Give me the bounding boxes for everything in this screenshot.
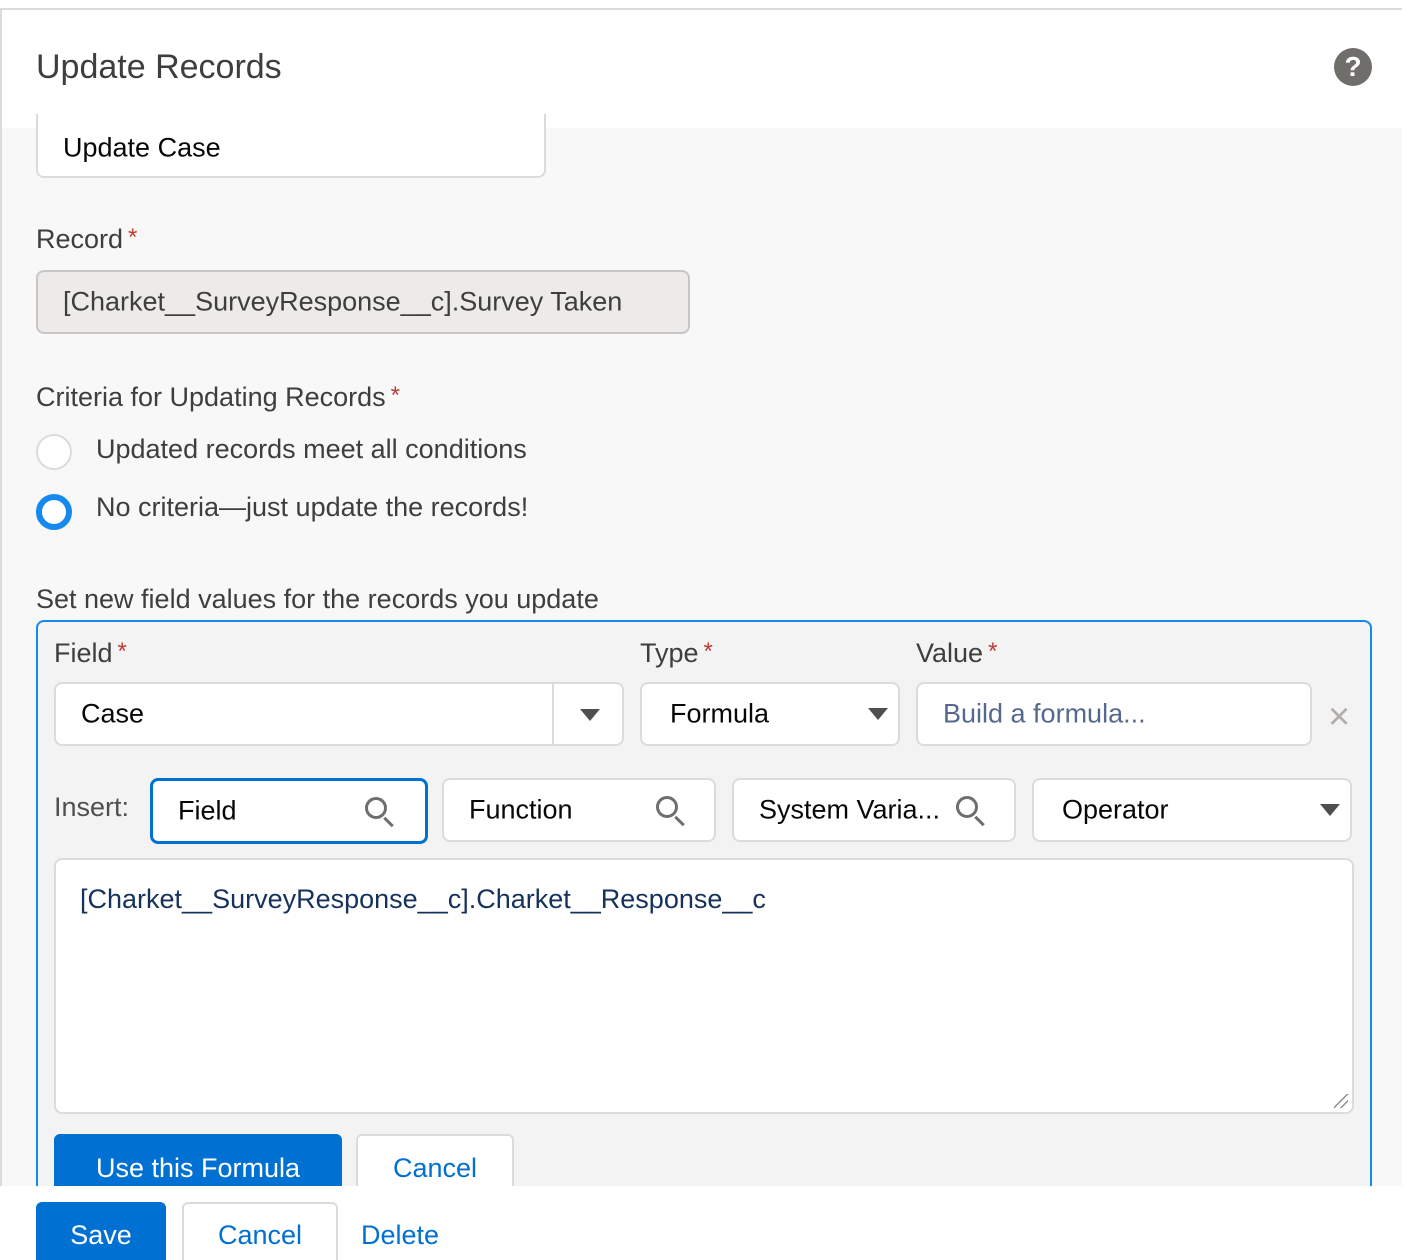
remove-row-icon[interactable]: × <box>1328 698 1350 736</box>
search-icon <box>956 796 978 818</box>
record-label: Record * <box>36 224 138 254</box>
radio-all-conditions[interactable] <box>36 434 72 470</box>
field-values-label: Set new field values for the records you… <box>36 584 599 614</box>
formula-value-placeholder: Build a formula... <box>943 698 1146 729</box>
insert-system-variable-value: System Varia... <box>759 794 941 825</box>
record-value: [Charket__SurveyResponse__c].Survey Take… <box>63 286 623 317</box>
action-name-input[interactable]: Update Case <box>36 114 546 178</box>
cancel-button[interactable]: Cancel <box>182 1202 338 1260</box>
insert-function-value: Function <box>469 794 573 825</box>
radio-no-criteria[interactable] <box>36 494 72 530</box>
chevron-down-icon <box>868 708 888 720</box>
type-select[interactable]: Formula <box>640 682 900 746</box>
search-icon <box>656 796 678 818</box>
page-title: Update Records <box>36 48 282 86</box>
value-column-label: Value * <box>916 638 998 668</box>
chevron-down-icon[interactable] <box>580 709 600 721</box>
type-column-label: Type * <box>640 638 713 668</box>
field-combobox-value: Case <box>81 698 145 729</box>
type-select-value: Formula <box>670 698 770 729</box>
insert-label: Insert: <box>54 792 130 822</box>
required-marker: * <box>117 638 127 665</box>
insert-operator-select[interactable]: Operator <box>1032 778 1352 842</box>
field-combobox[interactable]: Case <box>54 682 624 746</box>
delete-button[interactable]: Delete <box>352 1202 448 1260</box>
footer-bar: Save Cancel Delete <box>0 1186 1420 1260</box>
required-marker: * <box>390 382 400 409</box>
insert-field-search[interactable]: Field <box>150 778 428 844</box>
panel-header: Update Records ? <box>2 10 1402 128</box>
insert-field-value: Field <box>178 795 237 826</box>
search-icon <box>365 797 387 819</box>
required-marker: * <box>703 638 713 665</box>
save-button[interactable]: Save <box>36 1202 166 1260</box>
radio-no-criteria-label[interactable]: No criteria—just update the records! <box>96 492 528 523</box>
resize-handle-icon[interactable] <box>1334 1094 1348 1108</box>
required-marker: * <box>128 224 138 251</box>
insert-system-variable-search[interactable]: System Varia... <box>732 778 1016 842</box>
chevron-down-icon <box>1320 804 1340 816</box>
insert-function-search[interactable]: Function <box>442 778 716 842</box>
formula-value-input[interactable]: Build a formula... <box>916 682 1312 746</box>
radio-all-conditions-label[interactable]: Updated records meet all conditions <box>96 434 527 465</box>
formula-text: [Charket__SurveyResponse__c].Charket__Re… <box>80 884 766 914</box>
combobox-divider <box>552 684 554 744</box>
help-icon[interactable]: ? <box>1334 48 1372 86</box>
insert-operator-value: Operator <box>1062 794 1169 825</box>
field-value-editor: Field * Type * Value * Case Formula Build a… <box>36 620 1372 1260</box>
record-field: [Charket__SurveyResponse__c].Survey Take… <box>36 270 690 334</box>
field-column-label: Field * <box>54 638 127 668</box>
formula-textarea[interactable]: [Charket__SurveyResponse__c].Charket__Re… <box>54 858 1354 1114</box>
criteria-label: Criteria for Updating Records * <box>36 382 400 412</box>
required-marker: * <box>988 638 998 665</box>
action-name-value: Update Case <box>63 132 221 163</box>
